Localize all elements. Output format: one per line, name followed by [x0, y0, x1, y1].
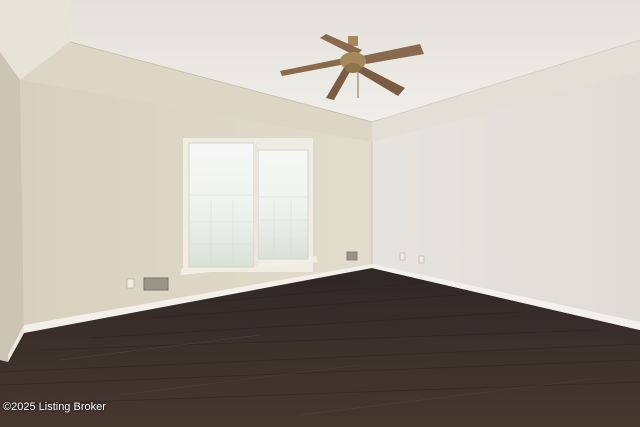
empty-room-scene [0, 0, 640, 427]
outlet-right-2 [418, 255, 425, 264]
window [180, 138, 318, 275]
room-photo: ©2025 Listing Broker [0, 0, 640, 427]
floor-vent-right [346, 251, 358, 261]
window-pane-right [257, 149, 309, 260]
outlet-left [126, 278, 135, 289]
floor-vent-left [143, 277, 169, 291]
window-pane-left [188, 142, 255, 268]
watermark-text: ©2025 Listing Broker [3, 401, 106, 413]
outlet-right-1 [399, 252, 406, 261]
